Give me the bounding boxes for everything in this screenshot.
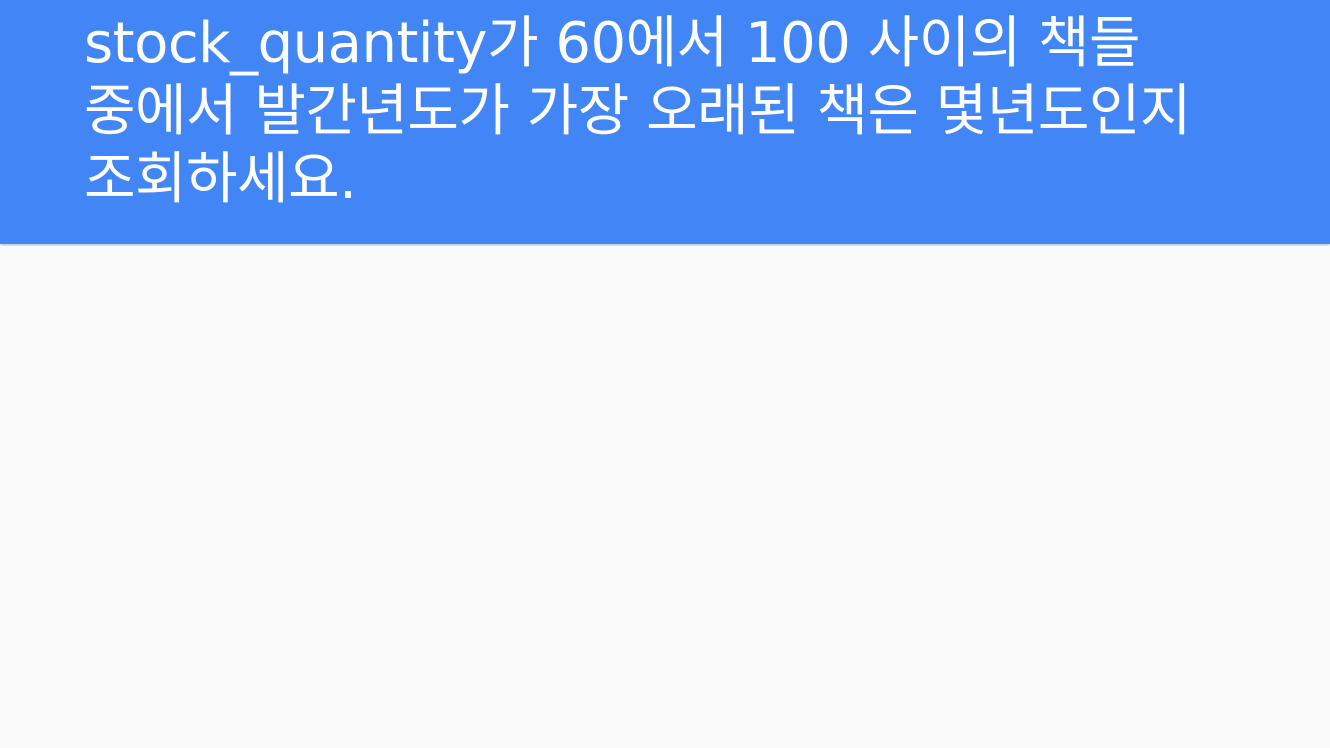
question-title: stock_quantity가 60에서 100 사이의 책들 중에서 발간년도… xyxy=(84,11,1191,212)
app-screen: stock_quantity가 60에서 100 사이의 책들 중에서 발간년도… xyxy=(0,0,1330,748)
empty-content-area xyxy=(0,246,1330,748)
question-header: stock_quantity가 60에서 100 사이의 책들 중에서 발간년도… xyxy=(0,0,1330,244)
